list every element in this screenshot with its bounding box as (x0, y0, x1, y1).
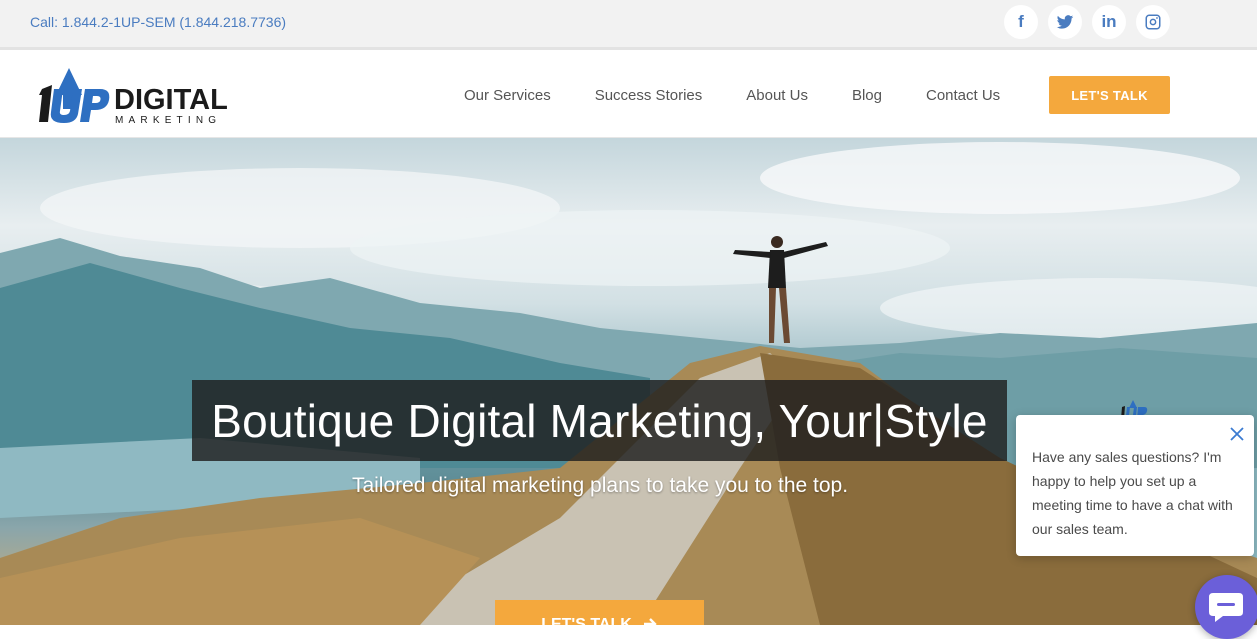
instagram-icon[interactable] (1136, 5, 1170, 39)
nav-about-us[interactable]: About Us (746, 87, 808, 104)
headline-banner: Boutique Digital Marketing, Your|Style (192, 380, 1007, 461)
lets-talk-button[interactable]: LET'S TALK (1049, 76, 1170, 114)
linkedin-glyph: in (1101, 12, 1117, 31)
chat-popup[interactable]: Have any sales questions? I'm happy to h… (1016, 415, 1254, 556)
social-links: f in (1004, 5, 1170, 39)
facebook-glyph: f (1018, 12, 1024, 31)
nav-our-services[interactable]: Our Services (464, 87, 551, 104)
top-bar: Call: 1.844.2-1UP-SEM (1.844.218.7736) f… (0, 0, 1257, 50)
hero-cta-label: LET'S TALK (541, 616, 632, 625)
logo-tagline: MARKETING (115, 115, 221, 126)
hero-headline: Boutique Digital Marketing, Your|Style (211, 394, 988, 447)
site-header: DIGITAL MARKETING Our Services Success S… (0, 53, 1257, 138)
hero-lets-talk-button[interactable]: LET'S TALK (495, 600, 704, 625)
arrow-right-icon (643, 618, 657, 625)
phone-link[interactable]: Call: 1.844.2-1UP-SEM (1.844.218.7736) (30, 14, 286, 30)
chat-message: Have any sales questions? I'm happy to h… (1032, 449, 1233, 537)
nav-success-stories[interactable]: Success Stories (595, 87, 703, 104)
chat-icon (1209, 593, 1243, 622)
main-nav: Our Services Success Stories About Us Bl… (442, 53, 1022, 138)
chat-launcher-button[interactable] (1195, 575, 1257, 639)
site-logo[interactable]: DIGITAL MARKETING (38, 65, 248, 127)
nav-blog[interactable]: Blog (852, 87, 882, 104)
nav-contact-us[interactable]: Contact Us (926, 87, 1000, 104)
close-icon[interactable] (1228, 425, 1246, 443)
logo-word: DIGITAL (114, 84, 228, 116)
linkedin-icon[interactable]: in (1092, 5, 1126, 39)
facebook-icon[interactable]: f (1004, 5, 1038, 39)
twitter-icon[interactable] (1048, 5, 1082, 39)
